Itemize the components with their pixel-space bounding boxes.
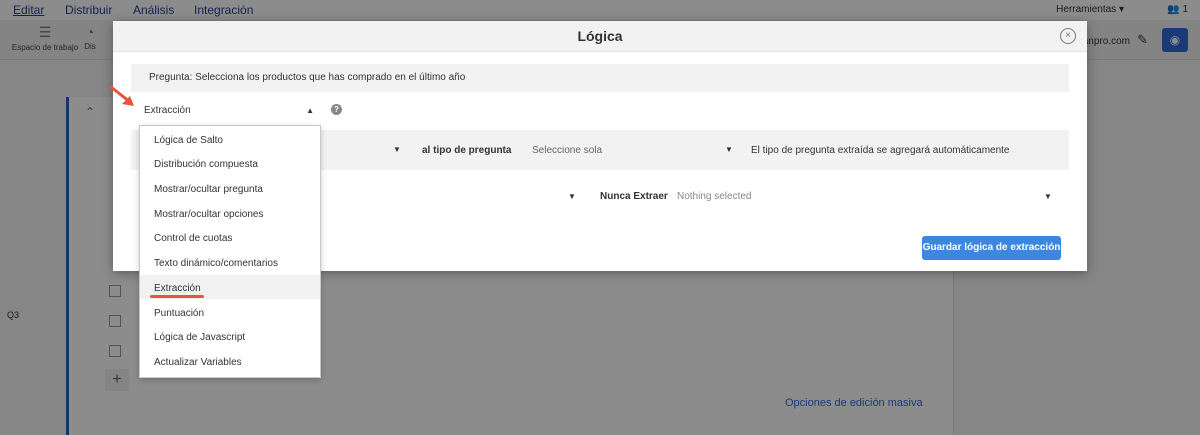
dropdown-item[interactable]: Actualizar Variables bbox=[140, 349, 320, 373]
highlight-underline bbox=[150, 295, 204, 298]
caret-down-icon[interactable]: ▼ bbox=[568, 192, 576, 201]
dropdown-item[interactable]: Lógica de Javascript bbox=[140, 324, 320, 348]
logic-type-select[interactable]: Extracción ▲ bbox=[144, 105, 314, 121]
dropdown-item[interactable]: Puntuación bbox=[140, 300, 320, 324]
close-icon: × bbox=[1065, 30, 1071, 41]
annotation-arrow-icon bbox=[109, 85, 134, 106]
caret-up-icon: ▲ bbox=[306, 106, 314, 115]
dropdown-item[interactable]: Distribución compuesta bbox=[140, 151, 320, 175]
caret-down-icon[interactable]: ▼ bbox=[393, 145, 401, 154]
logic-type-dropdown: Lógica de Salto Distribución compuesta M… bbox=[139, 125, 321, 378]
question-type-label: al tipo de pregunta bbox=[422, 145, 512, 156]
question-text: Pregunta: Selecciona los productos que h… bbox=[131, 64, 1069, 92]
caret-down-icon[interactable]: ▼ bbox=[1044, 192, 1052, 201]
close-button[interactable]: × bbox=[1060, 28, 1076, 44]
dropdown-item[interactable]: Mostrar/ocultar pregunta bbox=[140, 176, 320, 200]
modal-header: Lógica × bbox=[113, 21, 1087, 52]
dropdown-item[interactable]: Mostrar/ocultar opciones bbox=[140, 201, 320, 225]
help-icon[interactable]: ? bbox=[331, 104, 342, 115]
never-extract-label: Nunca Extraer bbox=[600, 191, 668, 202]
dropdown-item[interactable]: Control de cuotas bbox=[140, 225, 320, 249]
never-extract-select[interactable]: Nothing selected bbox=[677, 191, 752, 202]
question-type-select[interactable]: Seleccione sola bbox=[532, 145, 602, 156]
dropdown-item[interactable]: Texto dinámico/comentarios bbox=[140, 250, 320, 274]
caret-down-icon[interactable]: ▼ bbox=[725, 145, 733, 154]
modal-title: Lógica bbox=[577, 28, 623, 44]
dropdown-item[interactable]: Lógica de Salto bbox=[140, 127, 320, 151]
save-extraction-button[interactable]: Guardar lógica de extracción bbox=[922, 236, 1061, 260]
question-type-note: El tipo de pregunta extraída se agregará… bbox=[751, 145, 1010, 156]
